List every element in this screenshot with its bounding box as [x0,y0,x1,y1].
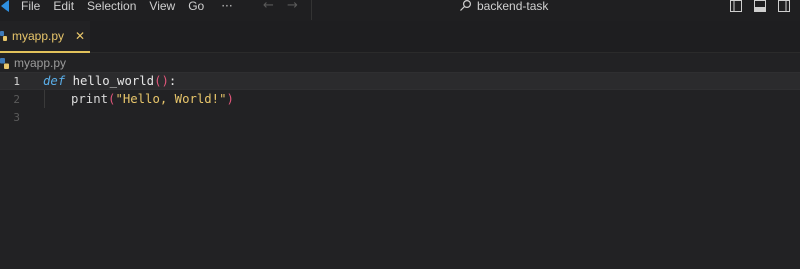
command-center-search[interactable]: backend-task [458,0,548,12]
breadcrumb: myapp.py [0,55,66,71]
colon: : [168,74,177,88]
python-file-icon [0,31,7,41]
code-text: print("Hello, World!") [71,92,234,106]
title-separator [311,0,312,20]
code-text: def hello_world(): [43,74,176,88]
forward-arrow-icon[interactable]: → [287,0,298,12]
menu-edit[interactable]: Edit [53,0,74,12]
toggle-panel-icon[interactable] [754,0,766,12]
code-line-3[interactable]: 3 [0,108,800,126]
search-label: backend-task [477,0,549,13]
code-line-2[interactable]: 2 print("Hello, World!") [0,90,800,108]
function-name: hello_world [72,74,155,88]
menu-selection[interactable]: Selection [87,0,136,12]
menu-go[interactable]: Go [188,0,204,12]
toggle-secondary-sidebar-icon[interactable] [778,0,790,12]
close-paren: ) [226,92,234,106]
python-file-icon [0,57,9,69]
builtin-print: print [71,92,109,106]
vscode-logo-icon[interactable] [0,0,10,12]
back-arrow-icon[interactable]: ← [263,0,274,12]
search-icon [460,0,471,11]
close-icon[interactable]: ✕ [75,29,85,43]
title-bar: File Edit Selection View Go ··· ← → back… [0,0,800,21]
menu-bar: File Edit Selection View Go ··· [21,0,233,12]
line-number: 2 [13,92,20,106]
close-paren: ) [161,74,169,88]
line-number: 3 [13,110,20,124]
string-literal: "Hello, World!" [115,92,227,106]
toggle-primary-sidebar-icon[interactable] [730,0,742,12]
editor-tab-bar: myapp.py ✕ [0,21,800,53]
code-line-1[interactable]: 1 def hello_world(): [0,72,800,90]
menu-file[interactable]: File [21,0,40,12]
menu-view[interactable]: View [149,0,175,12]
tab-myapp-py[interactable]: myapp.py ✕ [0,21,90,53]
breadcrumb-file[interactable]: myapp.py [14,56,66,70]
code-editor[interactable]: 1 def hello_world(): 2 print("Hello, Wor… [0,72,800,269]
line-number: 1 [13,74,20,88]
layout-controls [730,0,790,12]
keyword-def: def [43,74,66,88]
tab-label: myapp.py [12,29,65,43]
menu-more-button[interactable]: ··· [221,0,232,12]
